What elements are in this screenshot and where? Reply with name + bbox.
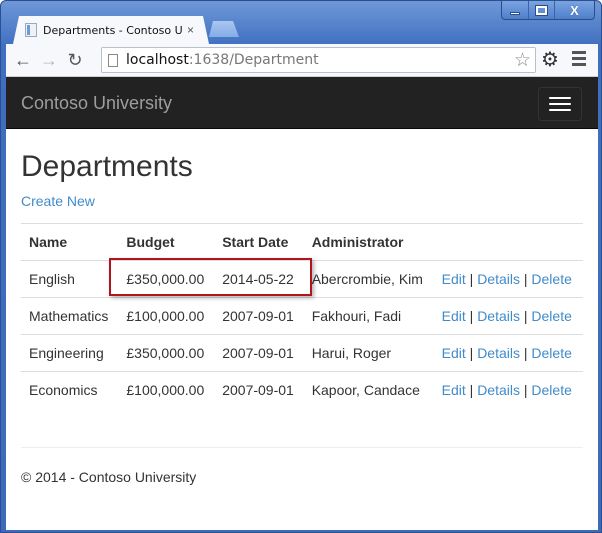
browser-toolbar: ← → ↻ localhost:1638/Department ☆ ⚙ (6, 44, 598, 76)
delete-link[interactable]: Delete (531, 382, 571, 398)
create-new-link[interactable]: Create New (21, 193, 95, 209)
page-title: Departments (21, 150, 193, 183)
tab-close-icon[interactable]: × (187, 23, 194, 37)
edit-link[interactable]: Edit (442, 308, 466, 324)
reload-icon[interactable]: ↻ (62, 47, 88, 73)
browser-window: X Departments - Contoso University × ← →… (0, 0, 602, 533)
window-controls: X (501, 1, 595, 20)
table-row: English £350,000.00 2014-05-22 Abercromb… (21, 260, 583, 298)
cell-start-date: 2007-09-01 (214, 297, 304, 335)
separator: | (469, 271, 474, 287)
star-icon[interactable]: ☆ (514, 49, 531, 72)
url-path: :1638/Department (188, 52, 319, 68)
cell-actions: Edit | Details | Delete (433, 297, 583, 335)
details-link[interactable]: Details (477, 271, 520, 287)
details-link[interactable]: Details (477, 345, 520, 361)
cell-name: Engineering (21, 334, 119, 372)
cell-budget: £100,000.00 (118, 371, 215, 409)
delete-link[interactable]: Delete (531, 345, 571, 361)
page-favicon-icon (25, 23, 37, 37)
table-row: Engineering £350,000.00 2007-09-01 Harui… (21, 334, 583, 372)
url-host: localhost (126, 52, 189, 68)
edit-link[interactable]: Edit (442, 345, 466, 361)
departments-table: Name Budget Start Date Administrator Eng… (21, 223, 583, 409)
address-bar[interactable]: localhost:1638/Department ☆ (101, 47, 536, 73)
hamburger-icon-bar (549, 97, 571, 99)
browser-tab-active[interactable]: Departments - Contoso University × (13, 16, 209, 44)
cell-start-date: 2007-09-01 (214, 334, 304, 372)
hamburger-icon-bar (549, 109, 571, 111)
cell-start-date: 2014-05-22 (214, 260, 304, 298)
separator: | (523, 271, 528, 287)
header-administrator: Administrator (303, 223, 434, 261)
cell-budget: £350,000.00 (118, 334, 215, 372)
table-header-row: Name Budget Start Date Administrator (21, 223, 583, 261)
separator: | (523, 382, 528, 399)
cell-administrator: Fakhouri, Fadi (303, 297, 434, 335)
cell-budget: £100,000.00 (118, 297, 215, 335)
table-row: Economics £100,000.00 2007-09-01 Kapoor,… (21, 371, 583, 409)
table-row: Mathematics £100,000.00 2007-09-01 Fakho… (21, 297, 583, 335)
cell-name: Economics (21, 371, 119, 409)
separator: | (469, 308, 474, 324)
header-name: Name (21, 223, 119, 261)
header-start-date: Start Date (214, 223, 304, 261)
separator: | (469, 345, 474, 361)
details-link[interactable]: Details (477, 308, 520, 324)
details-link[interactable]: Details (477, 382, 520, 398)
edit-link[interactable]: Edit (442, 271, 466, 287)
cell-actions: Edit | Details | Delete (433, 334, 583, 372)
menu-icon[interactable] (572, 51, 586, 69)
url-text[interactable]: localhost:1638/Department (126, 52, 319, 68)
cell-budget: £350,000.00 (118, 260, 215, 298)
minimize-button[interactable] (502, 1, 528, 19)
forward-arrow-icon[interactable]: → (36, 47, 62, 73)
minimize-icon (510, 11, 520, 15)
site-navbar: Contoso University (6, 77, 598, 129)
cell-start-date: 2007-09-01 (214, 371, 304, 409)
delete-link[interactable]: Delete (531, 308, 571, 324)
separator: | (523, 308, 528, 324)
close-window-button[interactable]: X (554, 1, 594, 19)
brand-link[interactable]: Contoso University (21, 93, 172, 114)
footer-text: © 2014 - Contoso University (21, 468, 197, 485)
footer-divider (21, 446, 583, 448)
maximize-icon (535, 4, 548, 16)
edit-link[interactable]: Edit (442, 382, 466, 398)
cell-actions: Edit | Details | Delete (433, 371, 583, 409)
header-actions (433, 223, 583, 261)
page-icon (108, 53, 118, 67)
separator: | (469, 382, 474, 399)
main-content: Departments Create New Name Budget Start… (6, 151, 598, 485)
back-arrow-icon[interactable]: ← (10, 47, 36, 73)
hamburger-icon-bar (549, 103, 571, 105)
cell-name: English (21, 260, 119, 298)
maximize-button[interactable] (528, 1, 554, 19)
gear-icon[interactable]: ⚙ (541, 47, 559, 72)
cell-administrator: Harui, Roger (303, 334, 434, 372)
cell-actions: Edit | Details | Delete (433, 260, 583, 298)
cell-name: Mathematics (21, 297, 119, 335)
tab-title: Departments - Contoso University (43, 23, 183, 37)
cell-administrator: Kapoor, Candace (303, 371, 434, 409)
new-tab-button[interactable] (209, 21, 239, 37)
header-budget: Budget (118, 223, 215, 261)
separator: | (523, 345, 528, 361)
cell-administrator: Abercrombie, Kim (303, 260, 434, 298)
close-icon: X (570, 2, 579, 18)
page-viewport: Contoso University Departments Create Ne… (6, 76, 598, 530)
delete-link[interactable]: Delete (531, 271, 571, 287)
navbar-toggle-button[interactable] (538, 87, 582, 121)
